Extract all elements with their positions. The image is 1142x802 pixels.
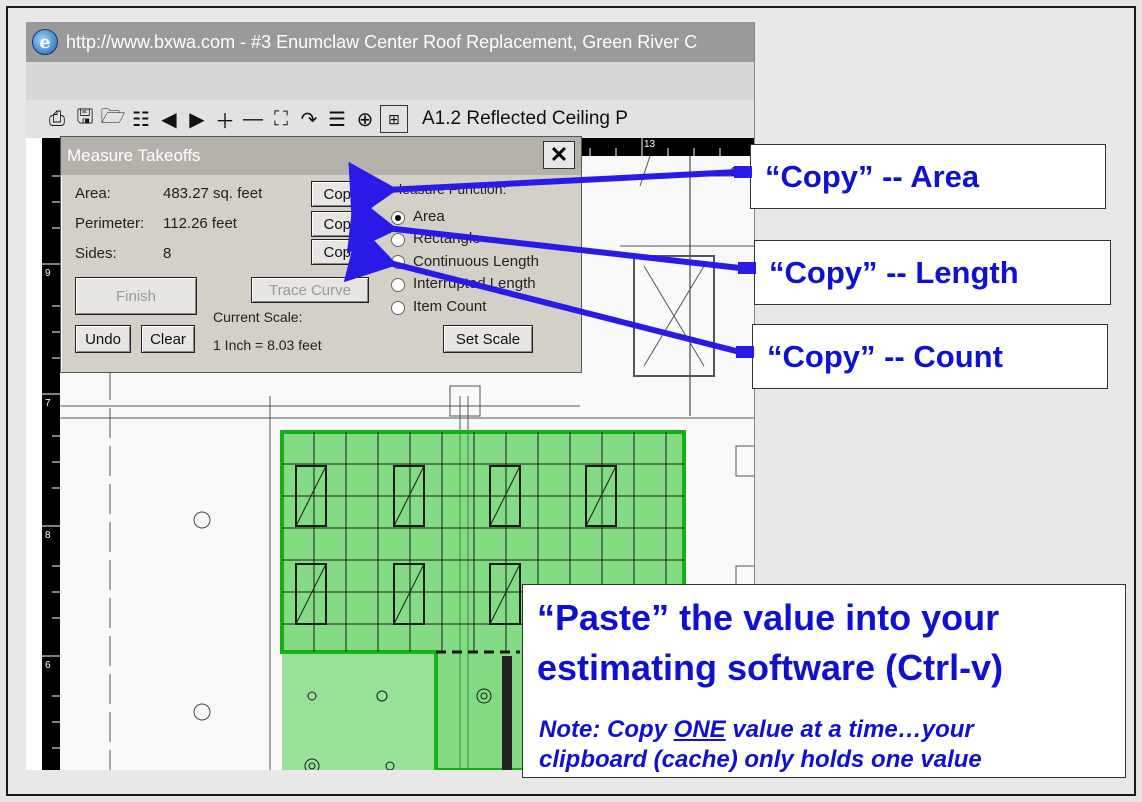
arrow-count-tail bbox=[736, 346, 754, 358]
arrow-length bbox=[346, 194, 741, 271]
arrow-length-tail bbox=[738, 262, 756, 274]
arrow-area-tail bbox=[734, 166, 752, 178]
callout-arrows bbox=[343, 161, 756, 358]
arrow-count bbox=[343, 224, 741, 355]
arrow-area bbox=[348, 161, 739, 222]
